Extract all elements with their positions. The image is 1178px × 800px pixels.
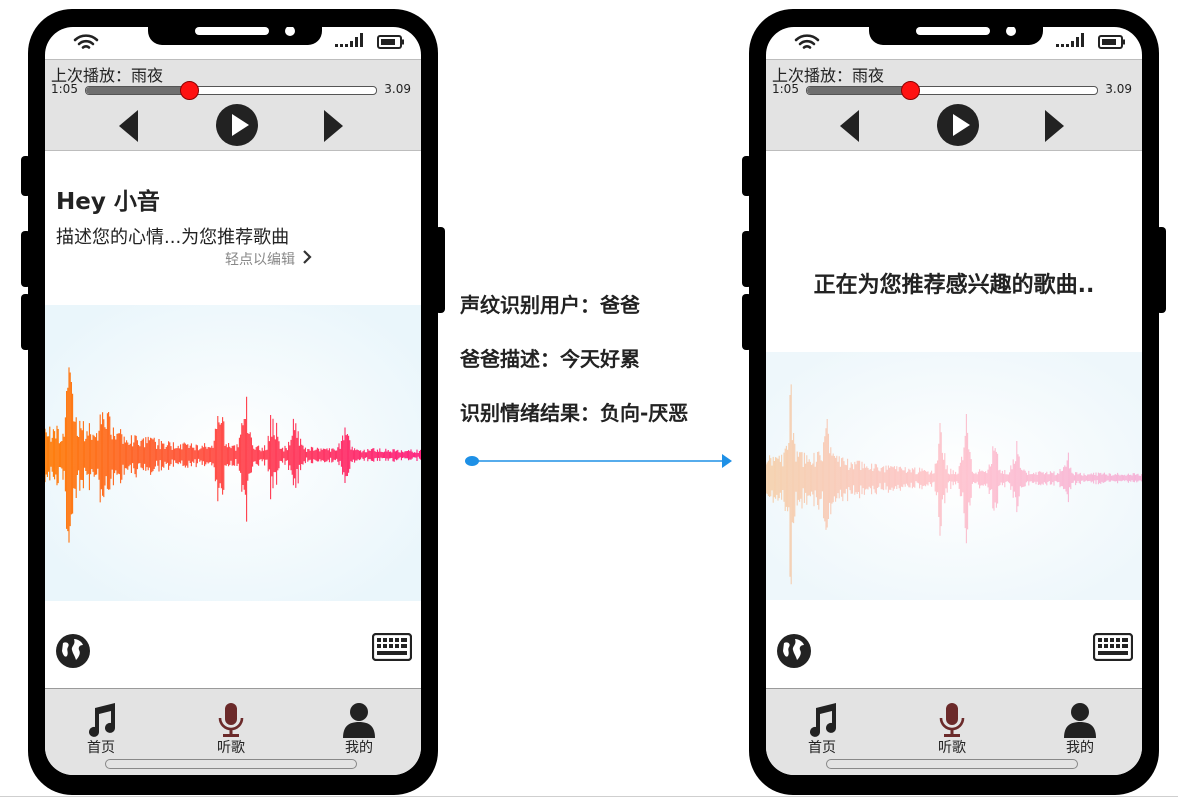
tab-listen[interactable]: 听歌 [912, 689, 992, 759]
tab-home[interactable]: 首页 [61, 689, 141, 759]
sound-waveform [766, 352, 1142, 600]
recommendation-status: 正在为您推荐感兴趣的歌曲.. [813, 273, 1095, 298]
tab-listen[interactable]: 听歌 [191, 689, 271, 759]
camera-notch [869, 27, 1043, 45]
battery-icon [1098, 35, 1125, 49]
globe-icon[interactable] [55, 633, 91, 669]
sound-waveform [45, 305, 421, 601]
mini-player: 上次播放：雨夜 1:05 3.09 [766, 59, 1142, 151]
mini-player: 上次播放：雨夜 1:05 3.09 [45, 59, 421, 151]
tab-home-label: 首页 [87, 740, 115, 756]
power-button [1156, 227, 1166, 313]
front-camera [1006, 27, 1016, 36]
page-bottom-divider [0, 796, 1178, 797]
microphone-icon [939, 703, 965, 737]
tab-me-label: 我的 [1066, 740, 1094, 756]
volume-down-button [21, 294, 31, 350]
camera-notch [148, 27, 322, 45]
keyboard-icon[interactable] [372, 633, 412, 661]
phone-recommending: 上次播放：雨夜 1:05 3.09 正在为您推荐感兴趣的歌曲.. 首页 听歌 我… [742, 9, 1166, 795]
tab-home[interactable]: 首页 [782, 689, 862, 759]
microphone-icon [218, 703, 244, 737]
status-bar [766, 27, 1142, 59]
mood-prompt: 描述您的心情...为您推荐歌曲 [56, 227, 290, 248]
flow-arrow [465, 454, 732, 468]
emotion-result: 识别情绪结果：负向-厌恶 [460, 401, 689, 425]
volume-up-button [21, 231, 31, 287]
keyboard-icon[interactable] [1093, 633, 1133, 661]
user-description: 爸爸描述：今天好累 [460, 347, 640, 371]
edit-link-label: 轻点以编辑 [225, 252, 295, 268]
next-track-button[interactable] [323, 110, 343, 142]
front-camera [285, 27, 295, 36]
previous-track-button[interactable] [119, 110, 139, 142]
home-indicator[interactable] [105, 759, 357, 769]
signal-strength-icon [335, 33, 363, 47]
tab-home-label: 首页 [808, 740, 836, 756]
progress-fill [86, 87, 188, 94]
earpiece [916, 27, 990, 35]
assistant-greeting: Hey 小音 [56, 189, 160, 215]
tab-bar: 首页 听歌 我的 [45, 688, 421, 775]
volume-down-button [742, 294, 752, 350]
tab-bar: 首页 听歌 我的 [766, 688, 1142, 775]
music-note-icon [89, 703, 115, 737]
play-button[interactable] [215, 103, 259, 147]
tab-me-label: 我的 [345, 740, 373, 756]
phone-screen: 上次播放：雨夜 1:05 3.09 正在为您推荐感兴趣的歌曲.. 首页 听歌 我… [766, 27, 1142, 775]
progress-thumb[interactable] [900, 81, 920, 100]
wifi-icon [794, 34, 820, 49]
total-time: 3.09 [384, 82, 411, 96]
progress-slider[interactable] [85, 81, 377, 100]
next-track-button[interactable] [1044, 110, 1064, 142]
user-icon [343, 703, 375, 738]
home-indicator[interactable] [826, 759, 1078, 769]
user-icon [1064, 703, 1096, 738]
progress-slider[interactable] [806, 81, 1098, 100]
status-bar [45, 27, 421, 59]
phone-listening: 上次播放：雨夜 1:05 3.09 Hey 小音 描述您的心情...为您推荐歌曲… [21, 9, 445, 795]
edit-link[interactable]: 轻点以编辑 [225, 249, 312, 269]
previous-track-button[interactable] [840, 110, 860, 142]
voiceprint-result: 声纹识别用户：爸爸 [460, 293, 640, 317]
play-button[interactable] [936, 103, 980, 147]
side-button [21, 156, 31, 196]
tab-listen-label: 听歌 [217, 740, 245, 756]
progress-thumb[interactable] [179, 81, 199, 100]
chevron-right-icon [303, 250, 312, 264]
globe-icon[interactable] [776, 633, 812, 669]
tab-me[interactable]: 我的 [319, 689, 399, 759]
tab-me[interactable]: 我的 [1040, 689, 1120, 759]
elapsed-time: 1:05 [51, 82, 78, 96]
side-button [742, 156, 752, 196]
power-button [435, 227, 445, 313]
tab-listen-label: 听歌 [938, 740, 966, 756]
music-note-icon [810, 703, 836, 737]
wifi-icon [73, 34, 99, 49]
total-time: 3.09 [1105, 82, 1132, 96]
signal-strength-icon [1056, 33, 1084, 47]
elapsed-time: 1:05 [772, 82, 799, 96]
phone-screen: 上次播放：雨夜 1:05 3.09 Hey 小音 描述您的心情...为您推荐歌曲… [45, 27, 421, 775]
progress-fill [807, 87, 909, 94]
battery-icon [377, 35, 404, 49]
earpiece [195, 27, 269, 35]
volume-up-button [742, 231, 752, 287]
